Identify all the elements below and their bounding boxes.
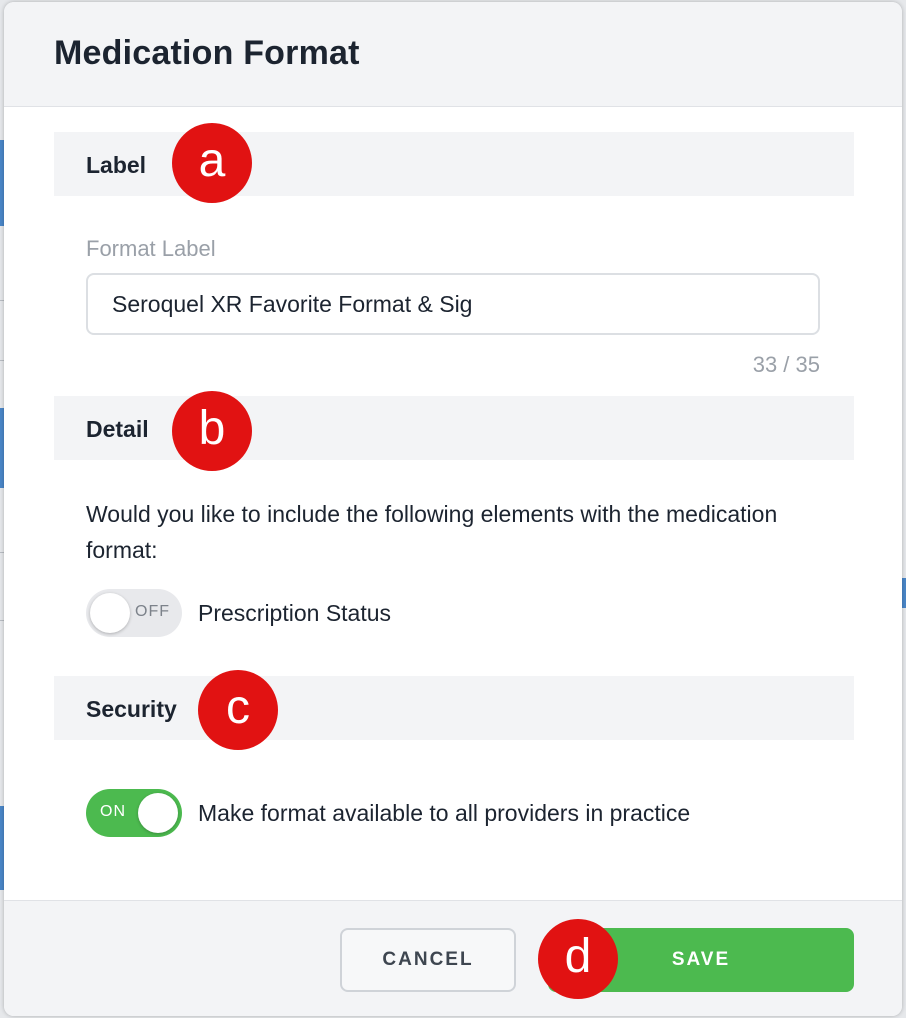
security-section-header: Security	[54, 676, 854, 740]
toggle-knob	[90, 593, 130, 633]
annotation-marker-a: a	[172, 123, 252, 203]
share-with-practice-toggle[interactable]: ON	[86, 789, 182, 837]
share-with-practice-label: Make format available to all providers i…	[198, 800, 691, 826]
background-accent-strip	[902, 578, 906, 608]
annotation-marker-d: d	[538, 919, 618, 999]
detail-section-title: Detail	[86, 416, 149, 442]
annotation-marker-b: b	[172, 391, 252, 471]
medication-format-dialog: Medication Format Label a Format Label 3…	[4, 2, 902, 1016]
dialog-header: Medication Format	[4, 2, 902, 107]
dialog-footer: CANCEL SAVE d	[4, 900, 902, 1016]
label-section-title: Label	[86, 152, 147, 178]
format-label-field-label: Format Label	[86, 236, 216, 261]
toggle-state-text: ON	[100, 803, 126, 820]
format-label-input[interactable]	[86, 273, 820, 335]
prescription-status-label: Prescription Status	[198, 600, 392, 626]
toggle-knob	[138, 793, 178, 833]
annotation-marker-c: c	[198, 670, 278, 750]
toggle-state-text: OFF	[135, 603, 170, 620]
character-counter: 33 / 35	[752, 352, 820, 377]
dialog-title: Medication Format	[54, 34, 360, 72]
prescription-status-toggle[interactable]: OFF	[86, 589, 182, 637]
security-section-title: Security	[86, 696, 177, 722]
detail-prompt-text: Would you like to include the following …	[86, 501, 778, 563]
cancel-button[interactable]: CANCEL	[340, 928, 516, 992]
